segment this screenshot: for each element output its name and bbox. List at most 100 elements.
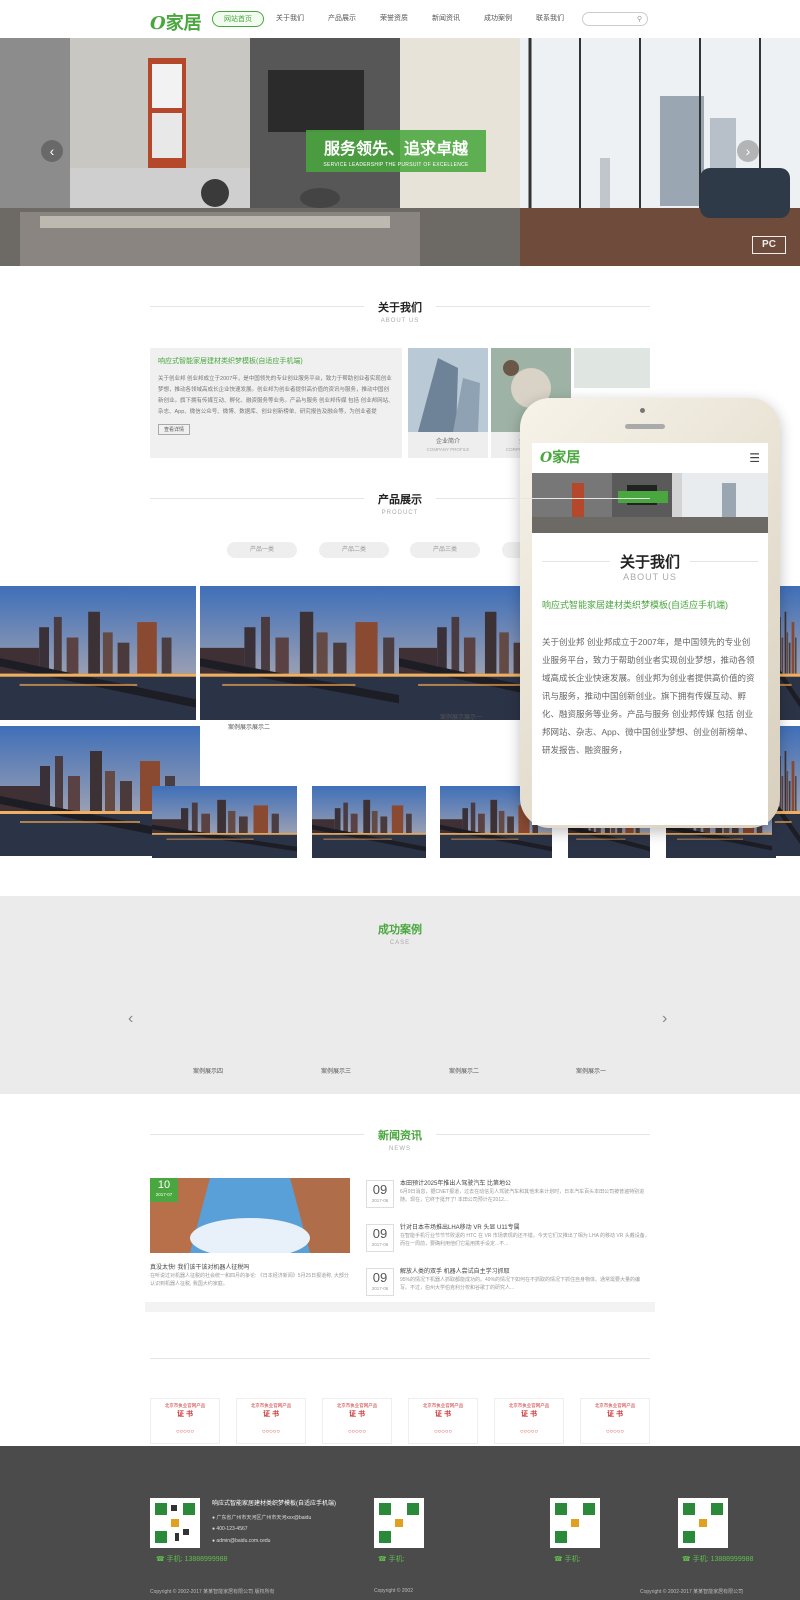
news-title-link[interactable]: 本田预计2025年推出人驾驶汽车 比第地公 [400, 1178, 511, 1187]
phone-about-subtitle: ABOUT US [623, 572, 677, 582]
cert-title: 证 书 [607, 1411, 623, 1418]
nav-cases[interactable]: 成功案例 [472, 11, 524, 27]
product-caption: 案例展示展示一 [440, 715, 483, 721]
case-next-arrow[interactable]: › [662, 1010, 667, 1028]
phone-about-heading[interactable]: 响应式智能家居建材类织梦模板(自适应手机端) [542, 599, 758, 611]
news-summary: 在智能手机行业节节节败退的 HTC 在 VR 市场表现的还不错，今天它们又推出了… [400, 1233, 650, 1247]
case-prev-arrow[interactable]: ‹ [128, 1010, 133, 1028]
cert-divider [150, 1358, 650, 1359]
product-tab-2[interactable]: 产品二类 [319, 542, 389, 558]
about-more-button[interactable]: 查看详情 [158, 424, 191, 435]
phone-mockup: O家居 ☰ 关于我们 ABOUT US 响应式智能家居建材类织梦模板(自适应手机… [520, 398, 780, 828]
case-section: 成功案例 CASE ‹ › 案例展示四 案例展示三 案例展示二 案例展示一 [0, 896, 800, 1094]
product-thumbnail[interactable] [312, 786, 426, 858]
about-heading[interactable]: 响应式智能家居建材类织梦模板(自适应手机端) [158, 356, 394, 366]
featured-ym: 2017-07 [155, 1192, 173, 1197]
case-caption[interactable]: 案例展示四 [153, 1066, 263, 1075]
camera-icon [640, 408, 645, 413]
certificate[interactable]: 北京市执业官网产品证 书 ○○○○○ [580, 1398, 650, 1444]
product-caption: 案例展示展示二 [228, 725, 271, 731]
hero-banner: ‹ › 服务领先、追求卓越 SERVICE LEADERSHIP THE PUR… [0, 38, 800, 266]
slogan-cn: 服务领先、追求卓越 [323, 139, 468, 158]
footer-phone-short: ☎ 手机: [378, 1556, 405, 1563]
news-ym: 2017-06 [371, 1242, 389, 1247]
news-title: 新闻资讯 [364, 1127, 436, 1143]
certificate[interactable]: 北京市执业官网产品证 书 ○○○○○ [408, 1398, 478, 1444]
news-title-link[interactable]: 针对日本市场推出LHA移动 VR 头显 U11专属 [400, 1222, 520, 1231]
nav-home[interactable]: 网站首页 [212, 11, 264, 27]
about-subtitle: ABOUT US [380, 318, 420, 324]
copyright-mid: Copyright © 2002 [374, 1588, 413, 1594]
certificate[interactable]: 北京市执业官网产品证 书 ○○○○○ [236, 1398, 306, 1444]
news-item[interactable]: 09 2017-06 本田预计2025年推出人驾驶汽车 比第地公 6月9日消息，据… [366, 1178, 656, 1216]
phone-about-title: 关于我们 [609, 551, 690, 572]
phone-banner-image [532, 473, 768, 533]
banner-next-arrow[interactable]: › [737, 140, 759, 162]
product-thumbnail[interactable] [200, 586, 422, 720]
qr-code-icon [150, 1498, 200, 1548]
cert-title: 证 书 [177, 1411, 193, 1418]
about-card-profile[interactable]: 企业简介 COMPANY PROFILE [408, 348, 488, 458]
news-ym: 2017-06 [371, 1286, 389, 1291]
nav-honors[interactable]: 荣誉资质 [368, 11, 420, 27]
cert-title: 证 书 [521, 1411, 537, 1418]
news-summary: 6月9日消息，据CNET报道，过去在动信见人驾驶汽车和其他未来计划时，日本汽车百… [400, 1189, 645, 1203]
menu-icon[interactable]: ☰ [749, 451, 760, 465]
product-tab-1[interactable]: 产品一类 [227, 542, 297, 558]
footer-phone-short: ☎ 手机: [554, 1556, 581, 1563]
case-title: 成功案例 [364, 921, 436, 937]
header: O家居 网站首页 关于我们 产品展示 荣誉资质 新闻资讯 成功案例 联系我们 ⚲ [0, 0, 800, 38]
nav-about[interactable]: 关于我们 [264, 11, 316, 27]
news-item[interactable]: 09 2017-06 解放人类的双手 机器人尝试自主学习抓取 95%的情况下机器人… [366, 1266, 656, 1304]
case-caption[interactable]: 案例展示一 [536, 1066, 646, 1075]
cert-title: 证 书 [263, 1411, 279, 1418]
product-title: 产品展示 [364, 491, 436, 507]
qr-code-icon [550, 1498, 600, 1548]
phone-about-text: 关于创业邦 创业邦成立于2007年，是中国领先的专业创业服务平台，致力于帮助创业… [542, 637, 755, 755]
news-featured-image[interactable] [150, 1178, 350, 1253]
product-thumbnail[interactable] [152, 786, 297, 858]
news-item[interactable]: 09 2017-06 针对日本市场推出LHA移动 VR 头显 U11专属 在智能手… [366, 1222, 656, 1260]
search-icon[interactable]: ⚲ [637, 15, 642, 23]
phone-screen: O家居 ☰ 关于我们 ABOUT US 响应式智能家居建材类织梦模板(自适应手机… [532, 443, 768, 825]
main-nav: 网站首页 关于我们 产品展示 荣誉资质 新闻资讯 成功案例 联系我们 [212, 11, 576, 27]
cert-title: 证 书 [349, 1411, 365, 1418]
footer: 响应式智能家居建材类织梦模板(自适应手机端) ● 广东省广州市天河区广州市天河x… [0, 1446, 800, 1600]
about-box: 响应式智能家居建材类织梦模板(自适应手机端) 关于创业邦 创业邦成立于2007年… [150, 348, 402, 458]
nav-contact[interactable]: 联系我们 [524, 11, 576, 27]
qr-code-icon [678, 1498, 728, 1548]
about-text: 关于创业邦 创业邦成立于2007年，是中国领先的专业创业服务平台，致力于帮助创业… [158, 376, 394, 415]
case-section-title: 成功案例 CASE [150, 920, 650, 946]
certificate[interactable]: 北京市执业官网产品证 书 ○○○○○ [322, 1398, 392, 1444]
qr-code-icon [374, 1498, 424, 1548]
slogan-en: SERVICE LEADERSHIP THE PURSUIT OF EXCELL… [323, 162, 469, 168]
case-caption[interactable]: 案例展示三 [281, 1066, 391, 1075]
nav-products[interactable]: 产品展示 [316, 11, 368, 27]
product-tab-3[interactable]: 产品三类 [410, 542, 480, 558]
nav-news[interactable]: 新闻资讯 [420, 11, 472, 27]
footer-tel: ● 400-123-4567 [212, 1526, 248, 1532]
certificate[interactable]: 北京市执业官网产品证 书 ○○○○○ [150, 1398, 220, 1444]
speaker-icon [625, 424, 665, 429]
banner-slogan: 服务领先、追求卓越 SERVICE LEADERSHIP THE PURSUIT… [306, 130, 486, 172]
news-divider [145, 1302, 655, 1312]
featured-summary: 在听说过对机器人征税的社会统一和四月的争论: 《日本经济新闻》5月25日报道称,… [150, 1273, 349, 1287]
certificate[interactable]: 北京市执业官网产品证 书 ○○○○○ [494, 1398, 564, 1444]
about-title: 关于我们 [364, 299, 436, 315]
card-title: 企业简介 [435, 439, 460, 445]
product-thumbnail[interactable] [0, 586, 196, 720]
search-input[interactable]: ⚲ [582, 12, 648, 26]
footer-address: ● 广东省广州市天河区广州市天河xxx@baidu [212, 1515, 312, 1521]
copyright-left: Copyright © 2002-2017 某某智能家居有限公司 版权所有 [150, 1589, 275, 1595]
phone-logo[interactable]: O家居 [540, 447, 580, 467]
news-title-link[interactable]: 解放人类的双手 机器人尝试自主学习抓取 [400, 1266, 510, 1275]
featured-date: 10 2017-07 [150, 1178, 178, 1202]
featured-title[interactable]: 真没太快! 我们该干该对机器人征税吗 [150, 1262, 249, 1271]
logo[interactable]: O家居 [150, 9, 202, 35]
about-card-extra[interactable] [574, 348, 650, 388]
cert-title: 证 书 [435, 1411, 451, 1418]
news-day: 09 [372, 1182, 388, 1197]
footer-company: 响应式智能家居建材类织梦模板(自适应手机端) [212, 1501, 336, 1507]
banner-prev-arrow[interactable]: ‹ [41, 140, 63, 162]
case-caption[interactable]: 案例展示二 [409, 1066, 519, 1075]
